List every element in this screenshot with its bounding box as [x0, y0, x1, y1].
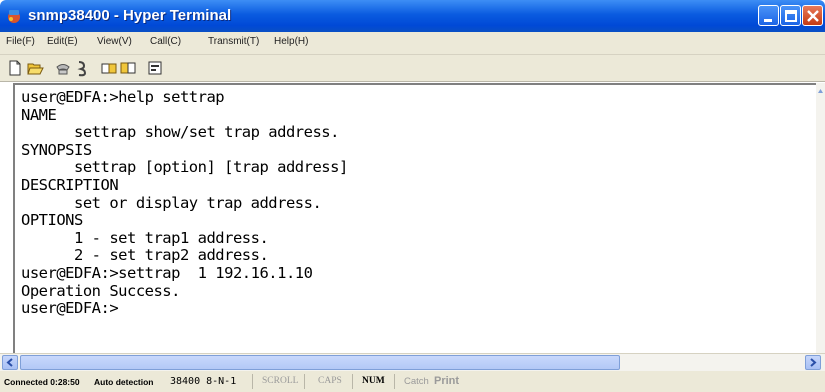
hyperterminal-app-icon — [8, 10, 20, 23]
new-icon[interactable] — [6, 59, 24, 77]
close-button[interactable] — [802, 5, 823, 26]
close-icon — [807, 10, 819, 22]
baud-settings: 38400 8-N-1 — [170, 376, 237, 387]
minimize-icon — [764, 19, 772, 22]
terminal-screen[interactable]: user@EDFA:>help settrap NAME settrap show… — [13, 83, 818, 355]
terminal-line: 2 - set trap2 address. — [21, 246, 269, 265]
print-indicator: Print — [434, 375, 460, 387]
terminal-line: settrap show/set trap address. — [21, 123, 339, 142]
title-bar[interactable]: snmp38400 - Hyper Terminal — [0, 0, 825, 32]
auto-detection: Auto detection — [94, 377, 154, 387]
send-icon[interactable] — [100, 59, 118, 77]
arrow-right-icon — [810, 358, 817, 367]
connected-time: Connected 0:28:50 — [4, 377, 80, 387]
scroll-left-button[interactable] — [2, 355, 18, 370]
status-bar: Connected 0:28:50 Auto detection 38400 8… — [0, 371, 825, 392]
arrow-left-icon — [6, 358, 13, 367]
open-icon[interactable] — [26, 59, 44, 77]
status-divider — [394, 374, 395, 389]
toolbar — [0, 55, 825, 82]
maximize-icon — [785, 10, 797, 22]
maximize-button[interactable] — [780, 5, 801, 26]
terminal-line: SYNOPSIS — [21, 140, 92, 159]
window-title: snmp38400 - Hyper Terminal — [28, 7, 232, 24]
scroll-thumb[interactable] — [20, 355, 620, 370]
menu-view[interactable]: View(V) — [97, 36, 132, 47]
scroll-indicator: SCROLL — [262, 376, 299, 386]
status-divider — [304, 374, 305, 389]
terminal-line: DESCRIPTION — [21, 175, 119, 194]
terminal-line: user@EDFA:>settrap 1 192.16.1.10 — [21, 263, 313, 282]
num-indicator: NUM — [362, 376, 385, 386]
scroll-right-button[interactable] — [805, 355, 821, 370]
terminal-line: user@EDFA:>help settrap — [21, 88, 225, 106]
menu-help[interactable]: Help(H) — [274, 36, 308, 47]
menu-call[interactable]: Call(C) — [150, 36, 181, 47]
receive-icon[interactable] — [119, 59, 137, 77]
menu-bar: File(F) Edit(E) View(V) Call(C) Transmit… — [0, 32, 825, 55]
menu-file[interactable]: File(F) — [6, 36, 35, 47]
caps-indicator: CAPS — [318, 376, 342, 386]
terminal-output: user@EDFA:>help settrap NAME settrap show… — [21, 88, 348, 318]
vertical-scrollbar[interactable] — [816, 83, 825, 353]
properties-icon[interactable] — [146, 59, 164, 77]
capture-indicator: Catch — [404, 376, 429, 387]
horizontal-scrollbar[interactable] — [0, 353, 825, 371]
terminal-line: Operation Success. — [21, 281, 180, 300]
status-divider — [352, 374, 353, 389]
disconnect-icon[interactable] — [73, 59, 91, 77]
terminal-line: set or display trap address. — [21, 193, 322, 212]
terminal-line: 1 - set trap1 address. — [21, 228, 269, 247]
terminal-line: user@EDFA:> — [21, 299, 119, 318]
minimize-button[interactable] — [758, 5, 779, 26]
terminal-line: OPTIONS — [21, 211, 83, 230]
menu-edit[interactable]: Edit(E) — [47, 36, 78, 47]
terminal-line: settrap [option] [trap address] — [21, 158, 348, 177]
menu-transmit[interactable]: Transmit(T) — [208, 36, 259, 47]
status-divider — [252, 374, 253, 389]
scroll-up-icon — [818, 89, 823, 93]
phone-icon[interactable] — [54, 59, 72, 77]
terminal-line: NAME — [21, 105, 57, 124]
